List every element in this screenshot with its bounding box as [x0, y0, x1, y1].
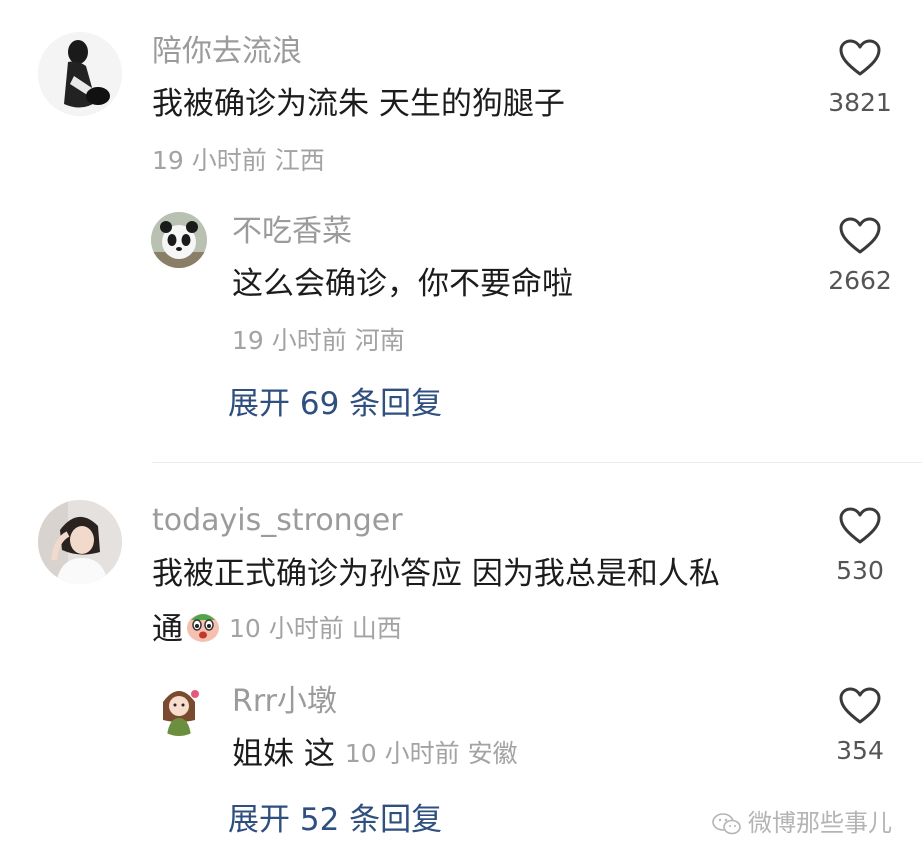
heart-icon [839, 507, 881, 544]
reply-location: 河南 [354, 326, 405, 355]
reply-meta: 19 小时前 河南 [232, 326, 405, 356]
like-count: 530 [836, 556, 884, 585]
reply-time: 19 小时前 [232, 326, 347, 355]
comment-time: 19 小时前 [152, 146, 267, 175]
expand-replies-button[interactable]: 展开 69 条回复 [228, 384, 442, 424]
divider [152, 462, 922, 463]
comment-text: 我被确诊为流朱 天生的狗腿子 [152, 86, 565, 122]
reply-username[interactable]: 不吃香菜 [232, 214, 352, 250]
comment-list: 陪你去流浪 我被确诊为流朱 天生的狗腿子 19 小时前 江西 3821 不吃香菜… [0, 0, 922, 864]
reply-text: 这么会确诊，你不要命啦 [232, 266, 573, 302]
watermark-text: 微博那些事儿 [748, 809, 892, 837]
comment-meta: 10 小时前 山西 [229, 614, 402, 643]
avatar[interactable] [38, 500, 122, 584]
like-button[interactable]: 3821 [815, 38, 905, 118]
shocked-face-emoji-icon [185, 608, 221, 654]
reply-like-button[interactable]: 354 [815, 686, 905, 766]
avatar[interactable] [38, 32, 122, 116]
reply-location: 安徽 [467, 739, 518, 768]
comment-location: 山西 [351, 613, 402, 643]
comment-time: 10 小时前 [229, 613, 344, 643]
wechat-icon [712, 813, 741, 835]
like-count: 354 [836, 736, 884, 765]
comment-text-line2: 通 [152, 611, 183, 648]
heart-icon [839, 39, 881, 76]
comment-username[interactable]: 陪你去流浪 [152, 34, 302, 70]
panda-avatar-icon [151, 212, 207, 268]
girl-photo-avatar-icon [38, 500, 122, 584]
reply-text-row: 姐妹 这 10 小时前 安徽 [232, 734, 518, 774]
comment-username[interactable]: todayis_stronger [152, 503, 403, 539]
like-button[interactable]: 530 [815, 506, 905, 586]
reply-meta: 10 小时前 安徽 [345, 739, 518, 768]
reply-avatar[interactable] [151, 212, 207, 268]
cartoon-girl-avatar-icon [151, 680, 207, 736]
reply-time: 10 小时前 [344, 739, 460, 768]
heart-icon [839, 217, 881, 254]
bw-portrait-avatar-icon [38, 32, 122, 116]
expand-replies-button[interactable]: 展开 52 条回复 [228, 800, 442, 840]
heart-icon [839, 687, 881, 724]
like-count: 3821 [828, 88, 892, 117]
comment-location: 江西 [274, 146, 325, 175]
comment-meta: 19 小时前 江西 [152, 146, 325, 176]
comment-text-continued: 通 10 小时前 山西 [152, 608, 402, 654]
like-count: 2662 [828, 266, 892, 295]
reply-like-button[interactable]: 2662 [815, 216, 905, 296]
reply-avatar[interactable] [151, 680, 207, 736]
comment-text: 我被正式确诊为孙答应 因为我总是和人私 [152, 556, 720, 592]
watermark: 微博那些事儿 [712, 808, 892, 838]
reply-text: 姐妹 这 [232, 736, 335, 772]
reply-username[interactable]: Rrr小墩 [232, 684, 337, 720]
